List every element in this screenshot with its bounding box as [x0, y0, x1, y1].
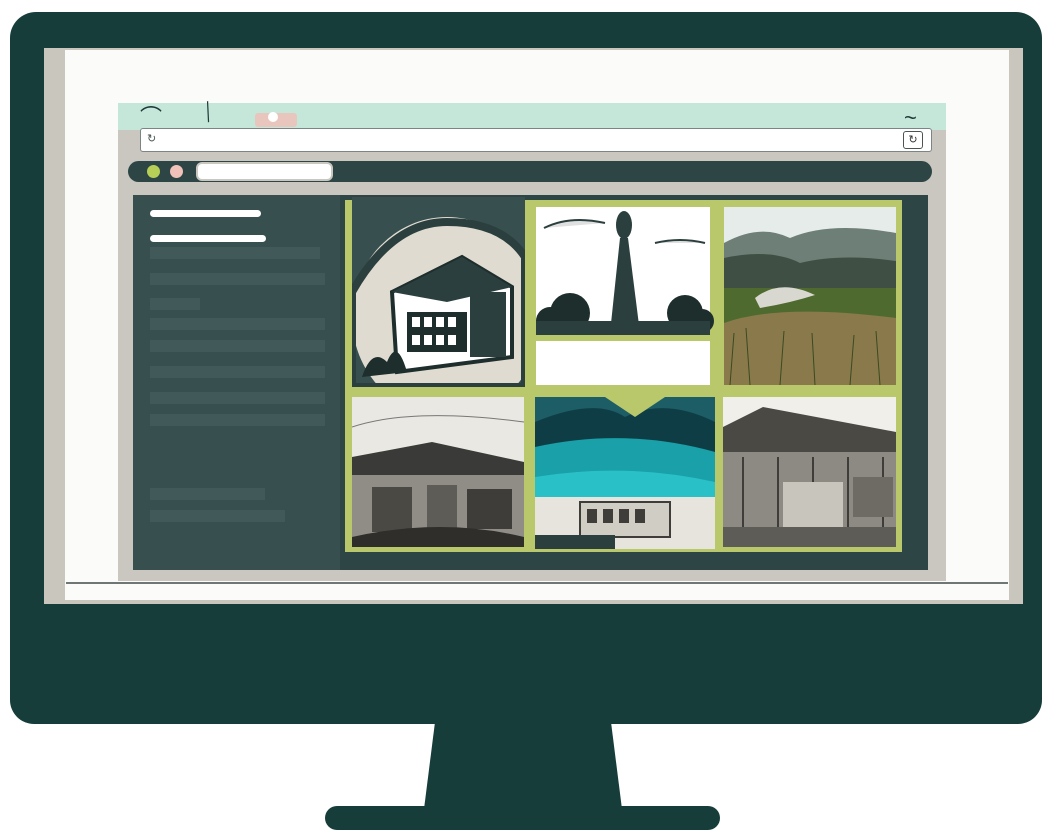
tile-teal-mountain-town[interactable] [535, 397, 715, 549]
sidebar-row[interactable] [150, 510, 285, 522]
sidebar-subheading-bar [150, 235, 266, 242]
window-dot-green[interactable] [147, 165, 160, 178]
sidebar-row[interactable] [150, 247, 320, 259]
tile-mountain-field[interactable] [720, 203, 900, 388]
address-bar[interactable]: ↻ [140, 128, 932, 152]
sidebar-row[interactable] [150, 340, 325, 352]
sidebar-heading-bar [150, 210, 261, 217]
tilde-icon: ~ [904, 105, 917, 130]
sidebar-row[interactable] [150, 488, 265, 500]
sidebar-row[interactable] [150, 318, 325, 330]
screen-divider [66, 582, 1008, 584]
tile-village-street[interactable] [352, 397, 524, 547]
sidebar-row[interactable] [150, 298, 200, 310]
monitor-stand-neck [423, 722, 623, 817]
sidebar-row[interactable] [150, 392, 325, 404]
squiggle-icon: ⌒ [140, 105, 163, 130]
browser-titlebar: ⌒ ╱ ~ [118, 103, 946, 130]
nav-search-input[interactable] [196, 162, 333, 181]
building-illustration-icon [352, 217, 525, 387]
village-sketch-icon [352, 397, 524, 547]
tile-statue-monument[interactable] [530, 203, 716, 388]
tile-wooden-house[interactable] [723, 397, 896, 547]
wooden-house-photo-icon [723, 397, 896, 547]
mountain-town-illustration-icon [535, 397, 715, 549]
tile-arched-building[interactable] [352, 197, 525, 387]
tab-indicator [268, 112, 278, 122]
sidebar-row[interactable] [150, 414, 325, 426]
monitor-stand-base [325, 806, 720, 830]
sidebar-row[interactable] [150, 273, 325, 285]
window-dot-pink[interactable] [170, 165, 183, 178]
landscape-photo-icon [724, 207, 896, 386]
dash-icon: ╱ [200, 102, 217, 123]
monument-illustration-icon [536, 207, 714, 385]
refresh-button[interactable]: ↻ [903, 131, 923, 149]
reload-small-icon: ↻ [147, 133, 157, 145]
sidebar-row[interactable] [150, 366, 325, 378]
